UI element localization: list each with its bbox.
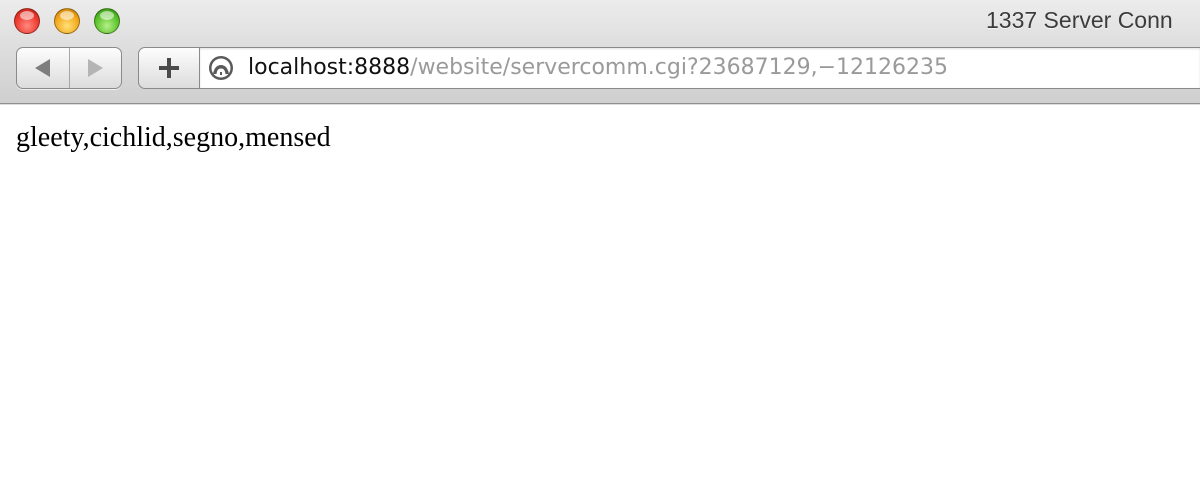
url-text: localhost:8888/website/servercomm.cgi?23… [248,57,948,79]
minimize-window-button[interactable] [54,8,80,34]
add-bookmark-button[interactable] [138,47,200,89]
zoom-window-button[interactable] [94,8,120,34]
arrow-right-icon [87,59,103,77]
navigation-buttons [16,47,122,89]
url-host: localhost:8888 [248,55,411,80]
plus-icon [159,58,179,78]
url-path: /website/servercomm.cgi?23687129,−121262… [410,55,949,80]
globe-icon [209,56,233,80]
page-content: gleety,cichlid,segno,mensed [0,105,1200,504]
address-bar[interactable]: localhost:8888/website/servercomm.cgi?23… [199,47,1200,89]
response-text: gleety,cichlid,segno,mensed [16,122,331,153]
back-button[interactable] [17,48,69,88]
forward-button[interactable] [68,48,122,88]
window-title: 1337 Server Conn [986,7,1173,33]
close-window-button[interactable] [14,8,40,34]
browser-window: 1337 Server Conn localhost:8888/website/… [0,0,1200,504]
arrow-left-icon [35,59,51,77]
browser-toolbar: 1337 Server Conn localhost:8888/website/… [0,0,1200,106]
